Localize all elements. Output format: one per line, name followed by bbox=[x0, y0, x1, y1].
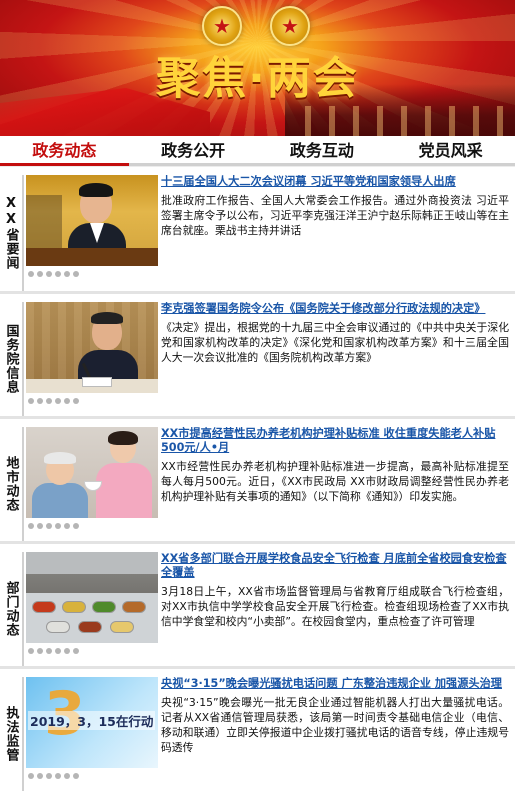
carousel-dot[interactable] bbox=[64, 271, 70, 277]
news-thumbnail[interactable] bbox=[26, 552, 158, 643]
news-summary: XX市经营性民办养老机构护理补贴标准进一步提高，最高补贴标准提至每人每月500元… bbox=[161, 460, 509, 503]
carousel-dot[interactable] bbox=[64, 773, 70, 779]
carousel-dot[interactable] bbox=[46, 271, 52, 277]
carousel-dot[interactable] bbox=[46, 773, 52, 779]
thumbnail-caption: 2019，3，15在行动 bbox=[28, 711, 156, 730]
carousel-dots bbox=[26, 398, 158, 404]
section-label: XX省要闻 bbox=[0, 175, 24, 291]
carousel-dots bbox=[26, 271, 158, 277]
tab-interaction[interactable]: 政务互动 bbox=[258, 136, 387, 163]
news-headline-link[interactable]: 李克强签署国务院令公布《国务院关于修改部分行政法规的决定》 bbox=[161, 302, 509, 316]
carousel-dot[interactable] bbox=[64, 523, 70, 529]
carousel-dot[interactable] bbox=[73, 773, 79, 779]
news-summary: 批准政府工作报告、全国人大常委会工作报告。通过外商投资法 习近平签署主席令予以公… bbox=[161, 194, 509, 237]
carousel-dot[interactable] bbox=[28, 648, 34, 654]
news-section-state-council: 国务院信息 李克强签署国务院令公布《国务院关于修改部分行政法规的决定》 《决定》… bbox=[0, 291, 515, 416]
banner: 聚焦·两会 bbox=[0, 0, 515, 136]
tab-disclosure[interactable]: 政务公开 bbox=[129, 136, 258, 163]
news-summary: 《决定》提出，根据党的十九届三中全会审议通过的《中共中央关于深化党和国家机构改革… bbox=[161, 321, 509, 364]
news-summary: 3月18日上午，XX省市场监督管理局与省教育厅组成联合飞行检查组，对XX市执信中… bbox=[161, 585, 509, 628]
news-thumbnail[interactable] bbox=[26, 302, 158, 393]
carousel-dot[interactable] bbox=[55, 271, 61, 277]
banner-title: 聚焦·两会 bbox=[156, 53, 359, 104]
carousel-dot[interactable] bbox=[28, 773, 34, 779]
cppcc-emblem-icon bbox=[270, 6, 310, 46]
news-section-city: 地市动态 XX市提高经营性民办养老机构护理补贴标准 收住重度失能老人补贴500元… bbox=[0, 416, 515, 541]
carousel-dot[interactable] bbox=[73, 398, 79, 404]
carousel-dot[interactable] bbox=[37, 523, 43, 529]
carousel-dot[interactable] bbox=[28, 398, 34, 404]
section-label: 执法监管 bbox=[0, 677, 24, 791]
tab-news[interactable]: 政务动态 bbox=[0, 136, 129, 166]
carousel-dot[interactable] bbox=[64, 648, 70, 654]
tab-bar: 政务动态 政务公开 政务互动 党员风采 bbox=[0, 136, 515, 166]
carousel-dot[interactable] bbox=[73, 523, 79, 529]
news-section-province: XX省要闻 十三届全国人大二次会议闭幕 习近平等党和国家领导人出席 批准政府工作… bbox=[0, 166, 515, 291]
carousel-dot[interactable] bbox=[55, 773, 61, 779]
news-headline-link[interactable]: 十三届全国人大二次会议闭幕 习近平等党和国家领导人出席 bbox=[161, 175, 509, 189]
news-summary: 央视“3·15”晚会曝光一批无良企业通过智能机器人打出大量骚扰电话。记者从XX省… bbox=[161, 696, 509, 754]
carousel-dot[interactable] bbox=[55, 523, 61, 529]
carousel-dot[interactable] bbox=[64, 398, 70, 404]
carousel-dot[interactable] bbox=[46, 648, 52, 654]
news-thumbnail[interactable]: 3 2019，3，15在行动 bbox=[26, 677, 158, 768]
carousel-dot[interactable] bbox=[28, 523, 34, 529]
carousel-dot[interactable] bbox=[37, 398, 43, 404]
carousel-dot[interactable] bbox=[28, 271, 34, 277]
carousel-dot[interactable] bbox=[37, 773, 43, 779]
news-thumbnail[interactable] bbox=[26, 427, 158, 518]
national-emblem-icon bbox=[202, 6, 242, 46]
section-label: 部门动态 bbox=[0, 552, 24, 666]
carousel-dot[interactable] bbox=[37, 648, 43, 654]
section-label: 地市动态 bbox=[0, 427, 24, 541]
news-headline-link[interactable]: 央视“3·15”晚会曝光骚扰电话问题 广东整治违规企业 加强源头治理 bbox=[161, 677, 509, 691]
section-label: 国务院信息 bbox=[0, 302, 24, 416]
carousel-dots bbox=[26, 648, 158, 654]
carousel-dot[interactable] bbox=[73, 271, 79, 277]
news-thumbnail[interactable] bbox=[26, 175, 158, 266]
tab-party-members[interactable]: 党员风采 bbox=[386, 136, 515, 163]
carousel-dots bbox=[26, 773, 158, 779]
news-headline-link[interactable]: XX省多部门联合开展学校食品安全飞行检查 月底前全省校园食安检查全覆盖 bbox=[161, 552, 509, 580]
carousel-dot[interactable] bbox=[37, 271, 43, 277]
carousel-dot[interactable] bbox=[73, 648, 79, 654]
news-headline-link[interactable]: XX市提高经营性民办养老机构护理补贴标准 收住重度失能老人补贴500元/人•月 bbox=[161, 427, 509, 455]
news-section-enforcement: 执法监管 3 2019，3，15在行动 央视“3·15”晚会曝光骚扰电话问题 广… bbox=[0, 666, 515, 791]
carousel-dots bbox=[26, 523, 158, 529]
carousel-dot[interactable] bbox=[46, 523, 52, 529]
carousel-dot[interactable] bbox=[46, 398, 52, 404]
news-section-department: 部门动态 XX省多部门联合开展学校食品安全飞行检查 月底前全省校园食安检查全覆盖… bbox=[0, 541, 515, 666]
carousel-dot[interactable] bbox=[55, 648, 61, 654]
carousel-dot[interactable] bbox=[55, 398, 61, 404]
